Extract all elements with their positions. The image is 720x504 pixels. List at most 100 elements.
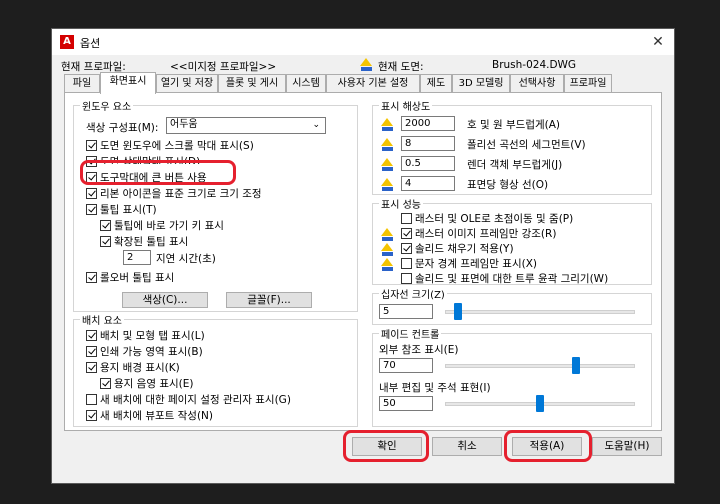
- display-resolution-title: 표시 해상도: [379, 98, 433, 113]
- display-tab-panel: 윈도우 요소 색상 구성표(M): 어두움 ⌄ 도면 윈도우에 스크롤 막대 표…: [64, 92, 662, 431]
- rollover-tooltips-label: 롤오버 툴팁 표시: [100, 272, 175, 284]
- drawing-saved-icon: [381, 243, 394, 257]
- drawing-saved-icon: [381, 118, 394, 132]
- crosshair-size-slider-thumb[interactable]: [454, 303, 463, 320]
- contour-lines-input[interactable]: 4: [401, 176, 455, 191]
- tab-open-save[interactable]: 열기 및 저장: [156, 74, 218, 93]
- arc-smoothness-label: 호 및 원 부드럽게(A): [467, 119, 561, 131]
- current-drawing-label: 현재 도면:: [378, 61, 424, 73]
- drawing-saved-icon: [381, 228, 394, 242]
- solid-fill-checkbox[interactable]: [401, 243, 412, 254]
- arc-smoothness-input[interactable]: 2000: [401, 116, 455, 131]
- scrollbars-label: 도면 윈도우에 스크롤 막대 표시(S): [100, 140, 254, 152]
- drawing-saved-icon: [381, 178, 394, 192]
- raster-frame-only-checkbox[interactable]: [401, 228, 412, 239]
- layout-elements-group: 배치 요소 배치 및 모형 탭 표시(L) 인쇄 가능 영역 표시(B) 용지 …: [73, 312, 358, 427]
- layout-model-tabs-label: 배치 및 모형 탭 표시(L): [100, 330, 205, 342]
- create-viewport-checkbox[interactable]: [86, 410, 97, 421]
- current-profile-value: <<미지정 프로파일>>: [170, 61, 277, 73]
- close-icon[interactable]: ✕: [648, 32, 668, 52]
- ribbon-icons-checkbox[interactable]: [86, 188, 97, 199]
- tooltips-checkbox[interactable]: [86, 204, 97, 215]
- drawing-saved-icon: [381, 138, 394, 152]
- inplace-fade-label: 내부 편집 및 주석 표현(I): [379, 382, 491, 394]
- polyline-segments-label: 폴리선 곡선의 세그먼트(V): [467, 139, 586, 151]
- render-smoothness-input[interactable]: 0.5: [401, 156, 455, 171]
- tab-display[interactable]: 화면표시: [100, 72, 156, 94]
- drawing-saved-icon: [381, 258, 394, 272]
- apply-button-highlight: [504, 430, 592, 462]
- page-setup-manager-checkbox[interactable]: [86, 394, 97, 405]
- display-performance-title: 표시 성능: [379, 196, 423, 211]
- crosshair-size-slider[interactable]: [445, 310, 635, 314]
- contour-lines-label: 표면당 형상 선(O): [467, 179, 549, 191]
- page-setup-manager-label: 새 배치에 대한 페이지 설정 관리자 표시(G): [100, 394, 291, 406]
- tab-system[interactable]: 시스템: [286, 74, 326, 93]
- large-buttons-highlight: [80, 160, 236, 185]
- create-viewport-label: 새 배치에 뷰포트 작성(N): [100, 410, 213, 422]
- xref-fade-slider-thumb[interactable]: [572, 357, 581, 374]
- shortcut-keys-checkbox[interactable]: [100, 220, 111, 231]
- help-button[interactable]: 도움말(H): [592, 437, 662, 456]
- xref-fade-label: 외부 참조 표시(E): [379, 344, 459, 356]
- tab-files[interactable]: 파일: [64, 74, 100, 93]
- true-silhouettes-checkbox[interactable]: [401, 273, 412, 284]
- raster-ole-pan-zoom-checkbox[interactable]: [401, 213, 412, 224]
- display-resolution-group: 표시 해상도 2000 호 및 원 부드럽게(A) 8 폴리선 곡선의 세그먼트…: [372, 98, 652, 195]
- solid-fill-label: 솔리드 채우기 적용(Y): [415, 243, 514, 255]
- layout-model-tabs-checkbox[interactable]: [86, 330, 97, 341]
- paper-background-checkbox[interactable]: [86, 362, 97, 373]
- extended-tooltips-label: 확장된 툴팁 표시: [114, 236, 189, 248]
- autocad-logo-icon: A: [60, 35, 74, 49]
- colors-button[interactable]: 색상(C)...: [122, 292, 208, 308]
- xref-fade-input[interactable]: 70: [379, 358, 433, 373]
- polyline-segments-input[interactable]: 8: [401, 136, 455, 151]
- delay-seconds-input[interactable]: 2: [123, 250, 151, 265]
- fonts-button[interactable]: 글꼴(F)...: [226, 292, 312, 308]
- tab-user-preferences[interactable]: 사용자 기본 설정: [326, 74, 420, 93]
- ribbon-icons-label: 리본 아이콘을 표준 크기로 크기 조정: [100, 188, 262, 200]
- tab-profiles[interactable]: 프로파일: [564, 74, 612, 93]
- display-performance-group: 표시 성능 래스터 및 OLE로 초점이동 및 줌(P) 래스터 이미지 프레임…: [372, 196, 652, 285]
- crosshair-size-title: 십자선 크기(Z): [379, 286, 447, 301]
- layout-elements-title: 배치 요소: [80, 312, 124, 327]
- scrollbars-checkbox[interactable]: [86, 140, 97, 151]
- render-smoothness-label: 렌더 객체 부드럽게(J): [467, 159, 563, 171]
- raster-frame-only-label: 래스터 이미지 프레임만 강조(R): [415, 228, 557, 240]
- printable-area-label: 인쇄 가능 영역 표시(B): [100, 346, 203, 358]
- inplace-fade-input[interactable]: 50: [379, 396, 433, 411]
- tab-plot-publish[interactable]: 플롯 및 게시: [218, 74, 286, 93]
- cancel-button[interactable]: 취소: [432, 437, 502, 456]
- extended-tooltips-checkbox[interactable]: [100, 236, 111, 247]
- drawing-saved-icon: [381, 158, 394, 172]
- paper-shadow-label: 용지 음영 표시(E): [114, 378, 194, 390]
- tab-3d-modeling[interactable]: 3D 모델링: [452, 74, 510, 93]
- color-scheme-label: 색상 구성표(M):: [86, 122, 159, 134]
- ok-button-highlight: [343, 430, 429, 462]
- tab-drafting[interactable]: 제도: [420, 74, 452, 93]
- inplace-fade-slider-thumb[interactable]: [536, 395, 544, 412]
- drawing-icon: [360, 58, 373, 72]
- rollover-tooltips-checkbox[interactable]: [86, 272, 97, 283]
- text-boundary-frame-label: 문자 경계 프레임만 표시(X): [415, 258, 537, 270]
- chevron-down-icon: ⌄: [312, 120, 320, 130]
- fade-control-group: 페이드 컨트롤 외부 참조 표시(E) 70 내부 편집 및 주석 표현(I) …: [372, 326, 652, 427]
- window-title: 옵션: [80, 37, 101, 50]
- xref-fade-slider[interactable]: [445, 364, 635, 368]
- crosshair-size-input[interactable]: 5: [379, 304, 433, 319]
- title-bar: A 옵션 ✕: [52, 29, 674, 55]
- true-silhouettes-label: 솔리드 및 표면에 대한 트루 윤곽 그리기(W): [415, 273, 609, 285]
- window-elements-title: 윈도우 요소: [80, 98, 134, 113]
- raster-ole-pan-zoom-label: 래스터 및 OLE로 초점이동 및 줌(P): [415, 213, 574, 225]
- window-elements-group: 윈도우 요소 색상 구성표(M): 어두움 ⌄ 도면 윈도우에 스크롤 막대 표…: [73, 98, 358, 312]
- printable-area-checkbox[interactable]: [86, 346, 97, 357]
- tooltips-label: 툴팁 표시(T): [100, 204, 157, 216]
- color-scheme-select[interactable]: 어두움 ⌄: [166, 117, 326, 134]
- color-scheme-value: 어두움: [170, 119, 198, 130]
- tab-selection[interactable]: 선택사항: [510, 74, 564, 93]
- paper-shadow-checkbox[interactable]: [100, 378, 111, 389]
- paper-background-label: 용지 배경 표시(K): [100, 362, 180, 374]
- fade-control-title: 페이드 컨트롤: [379, 326, 442, 341]
- text-boundary-frame-checkbox[interactable]: [401, 258, 412, 269]
- options-dialog: A 옵션 ✕ 현재 프로파일: <<미지정 프로파일>> 현재 도면: Brus…: [51, 28, 675, 484]
